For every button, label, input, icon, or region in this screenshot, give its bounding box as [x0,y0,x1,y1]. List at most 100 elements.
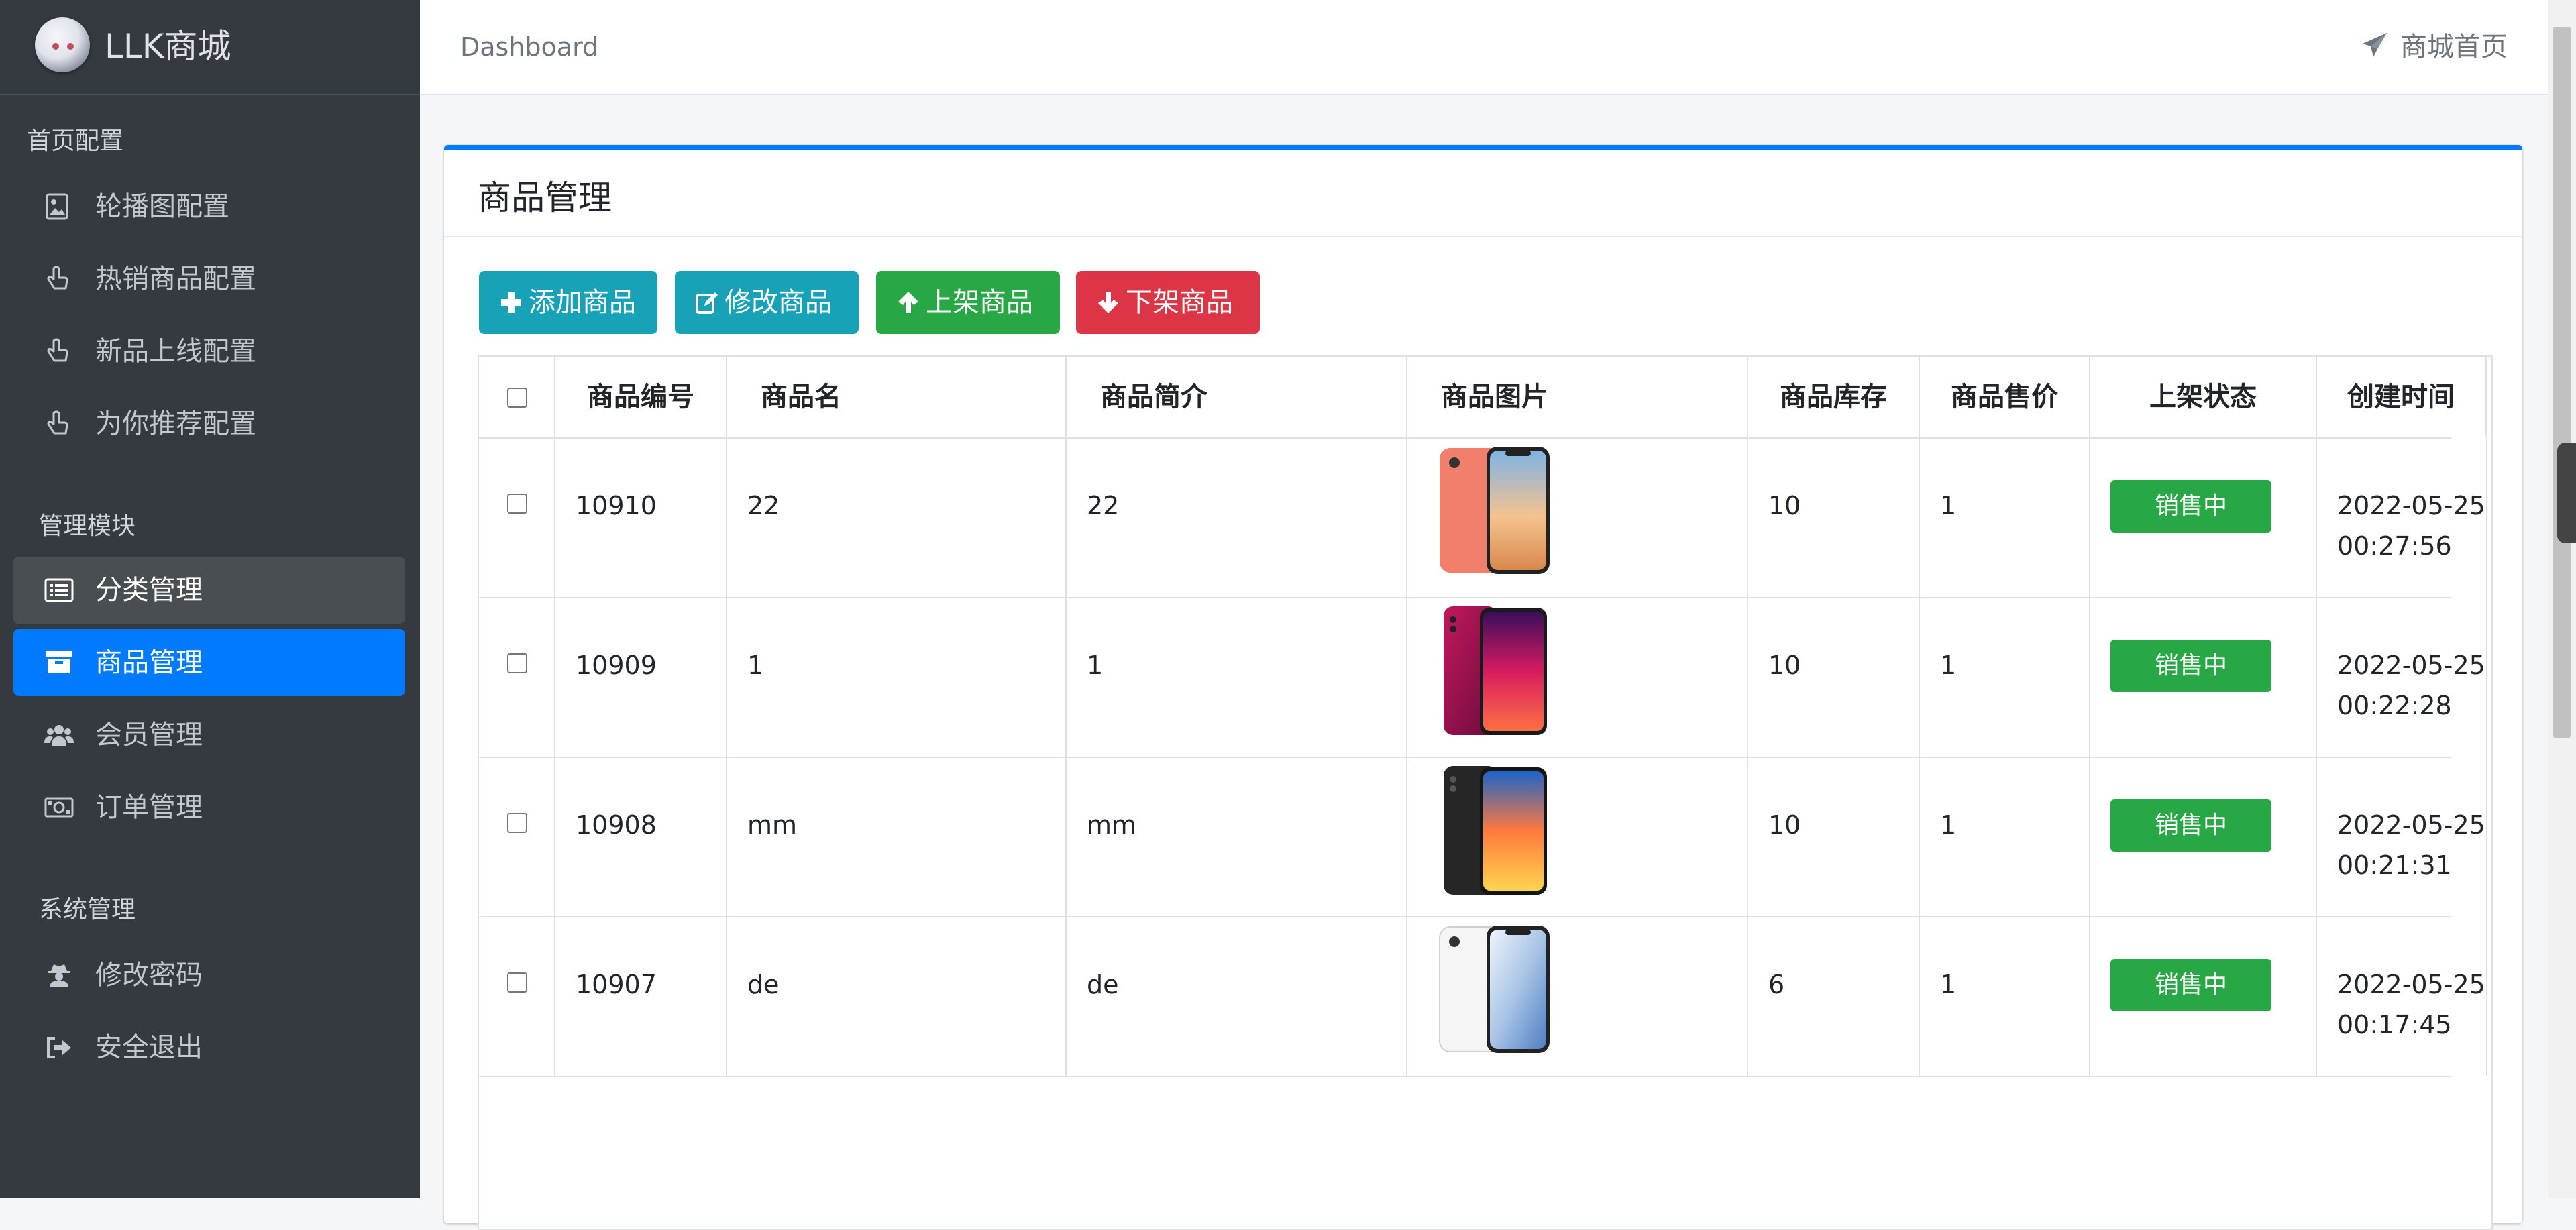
row-select-cell [479,439,555,597]
image-icon [46,193,68,220]
nav-header-management: 管理模块 [39,512,136,540]
status-badge[interactable]: 销售中 [2110,799,2271,852]
created-date: 2022-05-25 [2337,970,2485,999]
cell-status: 销售中 [2090,758,2317,916]
col-header-created[interactable]: 创建时间 [2317,357,2486,437]
cell-id: 10909 [555,598,727,757]
cell-name: 22 [727,439,1067,597]
delist-goods-button[interactable]: 下架商品 [1076,271,1260,334]
col-header-status[interactable]: 上架状态 [2090,357,2317,437]
cell-name: mm [727,758,1067,916]
status-badge[interactable]: 销售中 [2110,480,2271,533]
product-image[interactable] [1442,765,1550,897]
cell-image [1407,758,1748,916]
breadcrumb[interactable]: Dashboard [460,30,598,64]
created-date: 2022-05-25 [2337,491,2485,520]
users-icon [44,725,74,746]
created-time: 00:22:28 [2337,691,2452,720]
top-navbar: Dashboard 商城首页 [420,0,2548,95]
sidebar-item-carousel-config[interactable]: 轮播图配置 [13,173,405,240]
cell-stock: 6 [1748,917,1920,1076]
brand-link[interactable]: LLK商城 [0,0,420,95]
row-select-cell [479,758,555,916]
cell-price: 1 [1920,439,2090,597]
add-goods-button[interactable]: 添加商品 [479,271,657,334]
col-header-stock[interactable]: 商品库存 [1748,357,1920,437]
paper-plane-icon [2363,33,2387,57]
sidebar-item-orders[interactable]: 订单管理 [13,774,405,841]
store-home-link[interactable]: 商城首页 [2361,28,2508,66]
cell-id: 10908 [555,758,727,916]
sidebar-item-label: 会员管理 [95,720,203,750]
list-icon [44,578,74,602]
cell-status: 销售中 [2090,917,2317,1076]
row-checkbox[interactable] [507,813,527,833]
cell-name: de [727,917,1067,1076]
select-all-checkbox[interactable] [507,388,527,408]
select-all-cell [479,357,555,437]
edit-goods-button[interactable]: 修改商品 [675,271,859,334]
cell-price: 1 [1920,917,2090,1076]
scrollbar-thumb[interactable] [2553,27,2571,738]
col-header-price[interactable]: 商品售价 [1920,357,2090,437]
sidebar-item-label: 新品上线配置 [95,336,256,367]
goods-card: 商品管理 添加商品 修改商品 上架商品 下架商品 商品编号 商品名 商品简介 商… [444,145,2522,1230]
card-title: 商品管理 [478,178,612,217]
floating-tool-tab[interactable] [2557,443,2576,543]
col-header-id[interactable]: 商品编号 [555,357,727,437]
add-goods-label: 添加商品 [529,287,636,318]
delist-goods-label: 下架商品 [1126,287,1233,318]
sidebar-item-logout[interactable]: 安全退出 [13,1014,405,1081]
arrow-down-icon [1098,292,1118,313]
list-goods-button[interactable]: 上架商品 [876,271,1060,334]
row-checkbox[interactable] [507,494,527,514]
status-badge[interactable]: 销售中 [2110,959,2271,1011]
created-date: 2022-05-25 [2337,810,2485,840]
row-checkbox[interactable] [507,653,527,673]
product-image[interactable] [1438,445,1552,575]
sidebar-item-hot-goods-config[interactable]: 热销商品配置 [13,245,405,313]
cell-id: 10907 [555,917,727,1076]
row-select-cell [479,917,555,1076]
user-secret-icon [48,964,70,987]
cell-status: 销售中 [2090,439,2317,597]
cell-intro: 1 [1067,598,1407,757]
cell-created: 2022-05-25 00:21:31 [2317,758,2486,916]
col-header-name[interactable]: 商品名 [727,357,1067,437]
sidebar-item-goods[interactable]: 商品管理 [13,629,405,696]
cell-id: 10910 [555,439,727,597]
brand-avatar [35,17,90,72]
sidebar-item-label: 轮播图配置 [95,191,229,222]
col-header-image[interactable]: 商品图片 [1407,357,1748,437]
col-header-intro[interactable]: 商品简介 [1067,357,1407,437]
sidebar: LLK商城 首页配置 轮播图配置 热销商品配置 新品上线配置 为你推荐配置 管理… [0,0,420,1198]
sidebar-item-change-password[interactable]: 修改密码 [13,942,405,1009]
cell-intro: de [1067,917,1407,1076]
cell-status: 销售中 [2090,598,2317,757]
cell-image [1407,439,1748,597]
goods-table: 商品编号 商品名 商品简介 商品图片 商品库存 商品售价 上架状态 创建时间 1… [478,355,2493,1230]
cell-stock: 10 [1748,758,1920,916]
sidebar-item-members[interactable]: 会员管理 [13,702,405,769]
cell-image [1407,598,1748,757]
store-home-label: 商城首页 [2400,32,2508,62]
cell-created: 2022-05-25 00:27:56 [2317,439,2486,597]
edit-icon [696,292,718,314]
sidebar-item-new-goods-config[interactable]: 新品上线配置 [13,318,405,385]
cell-stock: 10 [1748,598,1920,757]
nav-header-system: 系统管理 [39,896,136,924]
sidebar-item-category[interactable]: 分类管理 [13,557,405,624]
cell-name: 1 [727,598,1067,757]
row-checkbox[interactable] [507,972,527,993]
cell-intro: 22 [1067,439,1407,597]
cell-price: 1 [1920,598,2090,757]
created-date: 2022-05-25 [2337,651,2485,680]
sign-out-icon [47,1037,71,1058]
product-image[interactable] [1442,605,1550,738]
sidebar-item-recommend-config[interactable]: 为你推荐配置 [13,390,405,457]
product-image[interactable] [1438,924,1552,1054]
hand-pointer-icon [47,338,68,362]
sidebar-item-label: 为你推荐配置 [95,408,256,439]
status-badge[interactable]: 销售中 [2110,640,2271,692]
sidebar-item-label: 安全退出 [95,1032,203,1063]
